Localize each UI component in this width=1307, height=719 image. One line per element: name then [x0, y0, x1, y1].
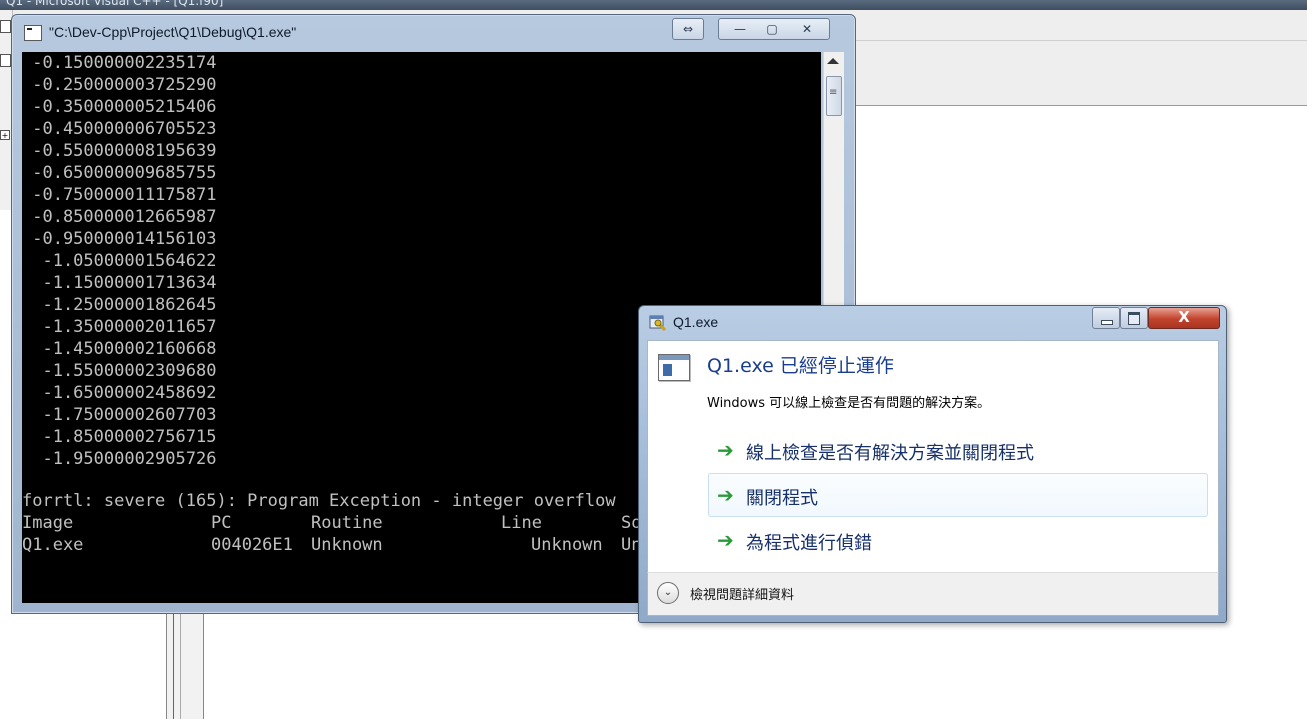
app-error-icon — [649, 315, 666, 331]
output-line: -0.250000003725290 — [22, 75, 217, 95]
dialog-description: Windows 可以線上檢查是否有問題的解決方案。 — [707, 396, 991, 411]
output-line: -1.35000002011657 — [22, 317, 217, 337]
output-line: -1.75000002607703 — [22, 405, 217, 425]
output-lines: -0.150000002235174 -0.250000003725290 -0… — [22, 52, 216, 470]
output-line: -0.650000009685755 — [22, 163, 217, 183]
output-line: -1.55000002309680 — [22, 361, 217, 381]
trace-header-image: Image — [22, 513, 74, 533]
green-arrow-icon: ➔ — [717, 483, 734, 507]
trace-row-pc: 004026E1 — [211, 535, 293, 555]
output-line: -0.150000002235174 — [22, 53, 217, 73]
view-details-link[interactable]: 檢視問題詳細資料 — [690, 584, 794, 603]
option-close-program[interactable]: ➔ 關閉程式 — [708, 473, 1208, 517]
ide-splitter[interactable] — [166, 610, 204, 719]
document-icon[interactable] — [0, 54, 11, 67]
minimize-button[interactable] — [1092, 307, 1120, 329]
output-line: -0.850000012665987 — [22, 207, 217, 227]
chevron-down-icon[interactable]: ⌄ — [657, 582, 679, 604]
error-dialog[interactable]: Q1.exe X Q1.exe 已經停止運作 Windows 可以線上檢查是否有… — [638, 305, 1227, 623]
green-arrow-icon: ➔ — [717, 438, 734, 462]
output-line: -0.550000008195639 — [22, 141, 217, 161]
maximize-button[interactable]: ▢ — [757, 19, 787, 39]
console-app-icon — [24, 25, 42, 41]
dialog-window-controls: X — [1092, 307, 1220, 329]
document-icon[interactable] — [0, 20, 11, 33]
ide-title-bar: Q1 - Microsoft Visual C++ - [Q1.f90] — [0, 0, 1307, 10]
dialog-footer: ⌄ 檢視問題詳細資料 — [647, 572, 1219, 616]
output-line: -1.85000002756715 — [22, 427, 217, 447]
expand-icon[interactable]: + — [0, 130, 10, 140]
output-line: -0.350000005215406 — [22, 97, 217, 117]
option-label: 關閉程式 — [746, 488, 818, 509]
output-line: -1.95000002905726 — [22, 449, 217, 469]
trace-row-routine: Unknown — [311, 535, 383, 555]
window-controls: — ▢ ✕ — [718, 18, 830, 40]
dialog-title: Q1.exe — [673, 314, 719, 330]
output-line: -1.15000001713634 — [22, 273, 217, 293]
trace-row-image: Q1.exe — [22, 535, 84, 555]
trace-header-pc: PC — [211, 513, 232, 533]
output-line: -1.05000001564622 — [22, 251, 217, 271]
close-button[interactable]: X — [1148, 307, 1220, 329]
trace-row-line: Unknown — [531, 535, 603, 555]
option-check-online[interactable]: ➔ 線上檢查是否有解決方案並關閉程式 — [708, 428, 1208, 472]
trace-header-line: Line — [501, 513, 542, 533]
ide-toolbar-divider — [840, 40, 1307, 41]
output-line: -0.750000011175871 — [22, 185, 217, 205]
minimize-button[interactable]: — — [725, 19, 755, 39]
trace-row: Q1.exe 004026E1 Unknown Unknown Un — [22, 535, 641, 675]
scroll-thumb[interactable] — [826, 76, 842, 116]
output-line: -1.65000002458692 — [22, 383, 217, 403]
output-line: -0.950000014156103 — [22, 229, 217, 249]
maximize-button[interactable] — [1120, 307, 1148, 329]
dialog-body: Q1.exe 已經停止運作 Windows 可以線上檢查是否有問題的解決方案。 … — [647, 340, 1219, 573]
restore-icon[interactable]: ⇔ — [672, 18, 704, 40]
output-line: -1.45000002160668 — [22, 339, 217, 359]
output-line: -0.450000006705523 — [22, 119, 217, 139]
option-debug-program[interactable]: ➔ 為程式進行偵錯 — [708, 518, 1208, 562]
scroll-up-icon[interactable] — [827, 58, 839, 64]
dialog-heading: Q1.exe 已經停止運作 — [707, 355, 894, 377]
option-label: 線上檢查是否有解決方案並關閉程式 — [746, 443, 1034, 464]
ide-title: Q1 - Microsoft Visual C++ - [Q1.f90] — [6, 0, 224, 8]
error-message: forrtl: severe (165): Program Exception … — [22, 491, 616, 511]
output-line: -1.25000001862645 — [22, 295, 217, 315]
program-icon — [658, 354, 690, 381]
green-arrow-icon: ➔ — [717, 528, 734, 552]
close-button[interactable]: ✕ — [789, 19, 825, 39]
console-title: "C:\Dev-Cpp\Project\Q1\Debug\Q1.exe" — [49, 24, 297, 40]
option-label: 為程式進行偵錯 — [746, 533, 872, 554]
trace-header-routine: Routine — [311, 513, 383, 533]
